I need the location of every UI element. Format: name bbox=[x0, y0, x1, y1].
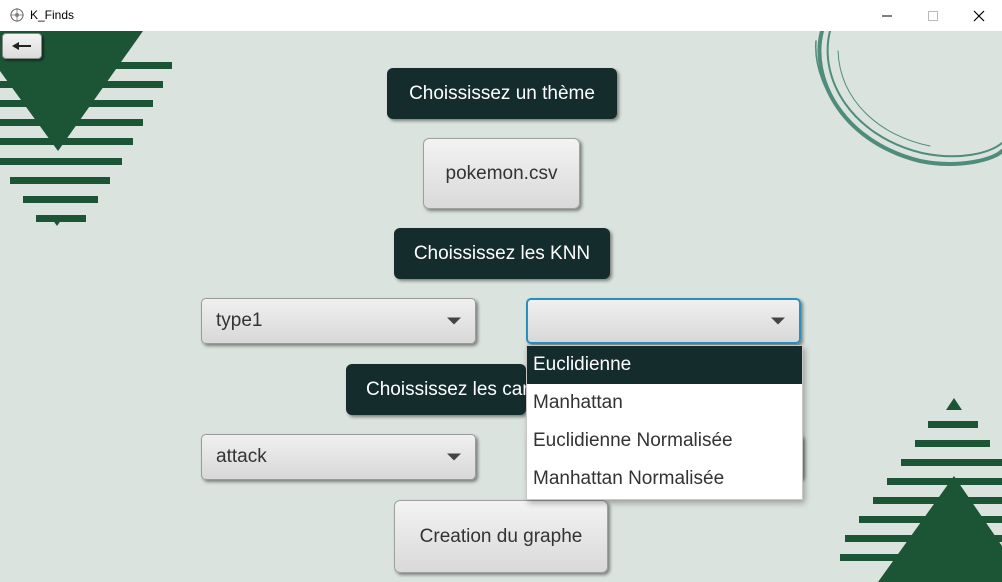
app-icon bbox=[10, 8, 24, 22]
decor-triangle-bottom-right bbox=[840, 398, 1002, 582]
minimize-icon bbox=[882, 15, 892, 16]
back-button[interactable] bbox=[2, 33, 42, 59]
dropdown-option[interactable]: Manhattan bbox=[527, 384, 802, 422]
attribute-x-combo[interactable]: attack bbox=[201, 434, 476, 480]
attribute-x-combo-value: attack bbox=[216, 446, 267, 467]
caracteristics-label: Choississez les car bbox=[346, 364, 526, 415]
arrow-left-icon bbox=[12, 42, 31, 50]
chevron-down-icon bbox=[771, 317, 785, 325]
class-combo-value: type1 bbox=[216, 310, 263, 331]
distance-dropdown-popup: Euclidienne Manhattan Euclidienne Normal… bbox=[526, 345, 803, 500]
dropdown-option[interactable]: Euclidienne Normalisée bbox=[527, 422, 802, 460]
chevron-down-icon bbox=[447, 453, 461, 461]
knn-label: Choississez les KNN bbox=[394, 228, 610, 279]
distance-combo[interactable] bbox=[526, 298, 801, 344]
close-button[interactable] bbox=[956, 0, 1002, 31]
maximize-button[interactable] bbox=[910, 0, 956, 31]
maximize-icon bbox=[928, 10, 938, 21]
title-bar: K_Finds bbox=[0, 0, 1002, 32]
file-select-button[interactable]: pokemon.csv bbox=[423, 138, 580, 209]
dropdown-option[interactable]: Euclidienne bbox=[527, 346, 802, 384]
decor-triangle-top-left bbox=[0, 31, 172, 226]
chevron-down-icon bbox=[447, 317, 461, 325]
theme-label: Choississez un thème bbox=[387, 68, 617, 119]
close-icon bbox=[973, 10, 985, 21]
main-content: Choississez un thème pokemon.csv Choissi… bbox=[0, 31, 1002, 582]
window-title: K_Finds bbox=[30, 8, 75, 22]
minimize-button[interactable] bbox=[864, 0, 910, 31]
class-combo[interactable]: type1 bbox=[201, 298, 476, 344]
dropdown-option[interactable]: Manhattan Normalisée bbox=[527, 460, 802, 498]
decor-circle-top-right bbox=[815, 31, 1002, 166]
create-graph-button[interactable]: Creation du graphe bbox=[394, 500, 608, 573]
